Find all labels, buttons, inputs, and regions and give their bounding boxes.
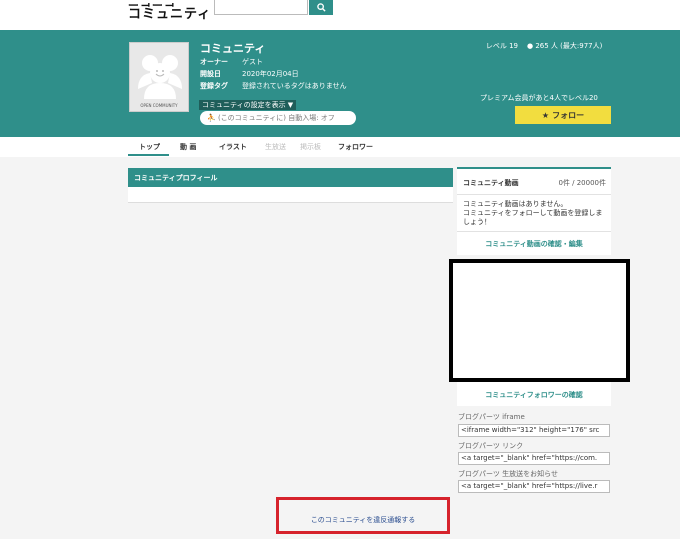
tab-videos[interactable]: 動 画 (180, 142, 196, 152)
member-count-label: 265 人 (最大:977人) (535, 42, 603, 50)
blog-parts-live-code[interactable]: <a target="_blank" href="https://live.r (458, 480, 610, 493)
search-button[interactable] (309, 0, 333, 15)
tab-illustrations[interactable]: イラスト (219, 142, 247, 152)
thumbnail-caption: OPEN COMMUNITY (140, 103, 178, 108)
profile-section-title: コミュニティプロフィール (128, 168, 453, 187)
divider (457, 231, 611, 232)
video-count: 0件 / 20000件 (558, 179, 606, 187)
follow-button[interactable]: ★ フォロー (515, 106, 611, 124)
user-icon: ● (527, 42, 534, 50)
tab-live: 生放送 (265, 143, 286, 151)
opened-value: 2020年02月04日 (242, 70, 299, 78)
blog-parts-iframe-code[interactable]: <iframe width="312" height="176" src (458, 424, 610, 437)
active-tab-indicator (128, 154, 169, 156)
person-icon: ⛹ (207, 114, 216, 122)
show-settings-button[interactable]: コミュニティの設定を表示 ▼ (199, 100, 297, 110)
tags-label: 登録タグ (200, 82, 228, 90)
follower-check-link[interactable]: コミュニティフォロワーの確認 (457, 390, 611, 400)
people-icon (138, 55, 182, 99)
video-panel-title: コミュニティ動画 (463, 179, 519, 187)
top-bar: ニコニコ コミュニティ (0, 0, 680, 30)
auto-join-label: (このコミュニティに) 自動入場: オフ (217, 114, 335, 122)
follow-label: フォロー (552, 110, 585, 120)
owner-label: オーナー (200, 58, 228, 66)
community-title: コミュニティ (200, 42, 266, 55)
opened-row: 開設日 2020年02月04日 (200, 69, 299, 79)
blog-parts-iframe-label: ブログパーツ iframe (458, 413, 525, 421)
site-logo[interactable]: ニコニコ コミュニティ (128, 3, 211, 21)
video-manage-link[interactable]: コミュニティ動画の確認・編集 (457, 239, 611, 249)
member-count: ● 265 人 (最大:977人) (527, 41, 602, 51)
star-icon: ★ (541, 110, 550, 120)
search-icon (316, 3, 326, 12)
tab-top[interactable]: トップ (139, 142, 160, 152)
blog-parts-link-label: ブログパーツ リンク (458, 442, 524, 450)
divider (457, 194, 611, 195)
tags-value: 登録されているタグはありません (242, 82, 347, 90)
community-header: OPEN COMMUNITY コミュニティ オーナー ゲスト 開設日 2020年02… (0, 30, 680, 137)
tab-bar: トップ 動 画 イラスト 生放送 掲示板 フォロワー (0, 137, 680, 157)
premium-progress-text: プレミアム会員があと4人でレベル20 (480, 94, 598, 102)
search-input[interactable] (214, 0, 308, 15)
report-community-link[interactable]: このコミュニティを違反通報する (276, 515, 450, 525)
community-level: レベル 19 (485, 42, 518, 50)
blog-parts-live-label: ブログパーツ 生放送をお知らせ (458, 470, 558, 478)
video-empty-line-2: コミュニティをフォローして動画を登録しましょう！ (463, 209, 603, 226)
community-video-panel: コミュニティ動画 0件 / 20000件 コミュニティ動画はありません。 コミュ… (457, 167, 611, 255)
profile-section-body (128, 187, 453, 203)
community-thumbnail: OPEN COMMUNITY (129, 42, 189, 112)
owner-value: ゲスト (242, 58, 263, 66)
video-empty-message: コミュニティ動画はありません。 コミュニティをフォローして動画を登録しましょう！ (463, 200, 608, 227)
owner-row: オーナー ゲスト (200, 57, 263, 67)
auto-join-toggle[interactable]: ⛹ (このコミュニティに) 自動入場: オフ (200, 111, 356, 125)
follower-panel: コミュニティフォロワーの確認 (457, 382, 611, 406)
blank-ad-frame (449, 259, 630, 382)
tab-bbs: 掲示板 (300, 143, 321, 151)
tab-followers[interactable]: フォロワー (338, 142, 373, 152)
tags-row: 登録タグ 登録されているタグはありません (200, 81, 347, 91)
opened-label: 開設日 (200, 70, 221, 78)
video-empty-line-1: コミュニティ動画はありません。 (463, 200, 568, 208)
blog-parts-link-code[interactable]: <a target="_blank" href="https://com. (458, 452, 610, 465)
logo-line-2: コミュニティ (128, 7, 212, 22)
